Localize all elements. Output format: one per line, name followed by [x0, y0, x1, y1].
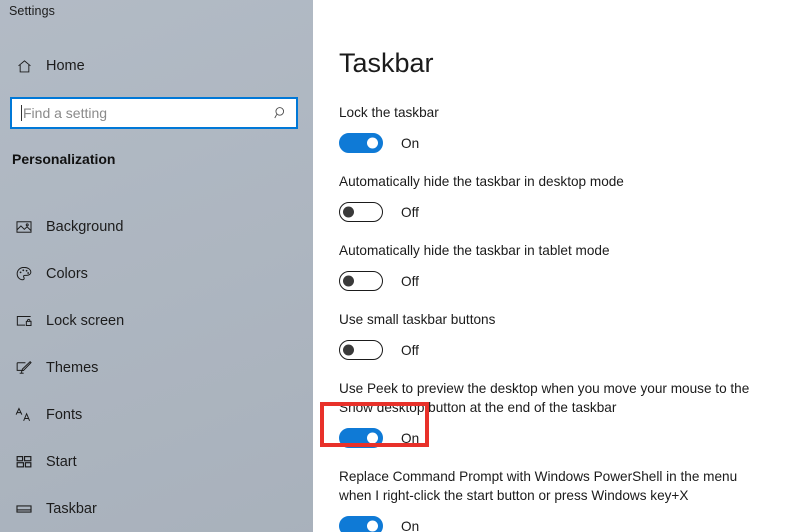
sidebar-item-background[interactable]: Background — [0, 203, 313, 250]
sidebar-item-fonts-label: Fonts — [46, 406, 83, 423]
toggle-row: On — [339, 423, 779, 453]
toggle-use-peek[interactable] — [339, 428, 383, 448]
fonts-icon — [9, 406, 39, 424]
sidebar: Settings Home Personalization — [0, 0, 313, 532]
toggle-state-label: On — [401, 430, 420, 446]
toggle-auto-hide-desktop-mode[interactable] — [339, 202, 383, 222]
sidebar-category-label: Personalization — [12, 151, 116, 167]
toggle-row: Off — [339, 266, 779, 296]
lock-screen-icon — [9, 312, 39, 330]
toggle-row: Off — [339, 197, 779, 227]
picture-icon — [9, 218, 39, 236]
sidebar-item-home-label: Home — [46, 58, 85, 74]
sidebar-item-colors[interactable]: Colors — [0, 250, 313, 297]
paintbrush-icon — [9, 359, 39, 377]
toggle-small-taskbar-buttons[interactable] — [339, 340, 383, 360]
settings-list: Lock the taskbar On Automatically hide t… — [339, 103, 779, 532]
page-title: Taskbar — [339, 48, 434, 78]
setting-label: Use Peek to preview the desktop when you… — [339, 381, 750, 415]
toggle-state-label: On — [401, 518, 420, 532]
setting-small-taskbar-buttons: Use small taskbar buttons Off — [339, 310, 779, 365]
toggle-state-label: On — [401, 135, 420, 151]
sidebar-item-colors-label: Colors — [46, 265, 88, 282]
toggle-state-label: Off — [401, 342, 419, 358]
sidebar-item-background-label: Background — [46, 218, 124, 235]
search-box[interactable] — [10, 97, 298, 129]
toggle-row: Off — [339, 335, 779, 365]
sidebar-item-lock-screen[interactable]: Lock screen — [0, 297, 313, 344]
home-icon — [9, 58, 39, 75]
sidebar-item-themes[interactable]: Themes — [0, 344, 313, 391]
toggle-lock-the-taskbar[interactable] — [339, 133, 383, 153]
toggle-state-label: Off — [401, 273, 419, 289]
sidebar-nav-list: Background Colors Lock screen Themes Fon… — [0, 203, 313, 532]
setting-label: Automatically hide the taskbar in tablet… — [339, 243, 610, 258]
setting-label: Automatically hide the taskbar in deskto… — [339, 174, 624, 189]
sidebar-item-fonts[interactable]: Fonts — [0, 391, 313, 438]
sidebar-item-lock-screen-label: Lock screen — [46, 312, 125, 329]
sidebar-item-themes-label: Themes — [46, 359, 99, 376]
app-title: Settings — [9, 4, 55, 18]
setting-lock-the-taskbar: Lock the taskbar On — [339, 103, 779, 158]
setting-label: Use small taskbar buttons — [339, 312, 496, 327]
setting-label: Lock the taskbar — [339, 105, 439, 120]
search-input[interactable] — [22, 100, 266, 126]
sidebar-item-start-label: Start — [46, 453, 77, 470]
toggle-replace-command-prompt[interactable] — [339, 516, 383, 532]
toggle-state-label: Off — [401, 204, 419, 220]
sidebar-item-taskbar-label: Taskbar — [46, 500, 97, 517]
setting-replace-command-prompt: Replace Command Prompt with Windows Powe… — [339, 467, 779, 532]
setting-auto-hide-tablet-mode: Automatically hide the taskbar in tablet… — [339, 241, 779, 296]
sidebar-item-home[interactable]: Home — [0, 51, 313, 81]
toggle-row: On — [339, 128, 779, 158]
setting-label: Replace Command Prompt with Windows Powe… — [339, 469, 738, 503]
sidebar-item-taskbar[interactable]: Taskbar — [0, 485, 313, 532]
setting-auto-hide-desktop-mode: Automatically hide the taskbar in deskto… — [339, 172, 779, 227]
search-icon[interactable] — [266, 105, 296, 121]
sidebar-item-start[interactable]: Start — [0, 438, 313, 485]
start-tiles-icon — [9, 453, 39, 471]
palette-icon — [9, 265, 39, 283]
taskbar-icon — [9, 500, 39, 518]
toggle-auto-hide-tablet-mode[interactable] — [339, 271, 383, 291]
toggle-row: On — [339, 511, 779, 532]
setting-use-peek: Use Peek to preview the desktop when you… — [339, 379, 779, 453]
settings-window: Settings Home Personalization — [0, 0, 808, 532]
content-pane: Taskbar Lock the taskbar On Automaticall… — [313, 0, 808, 532]
